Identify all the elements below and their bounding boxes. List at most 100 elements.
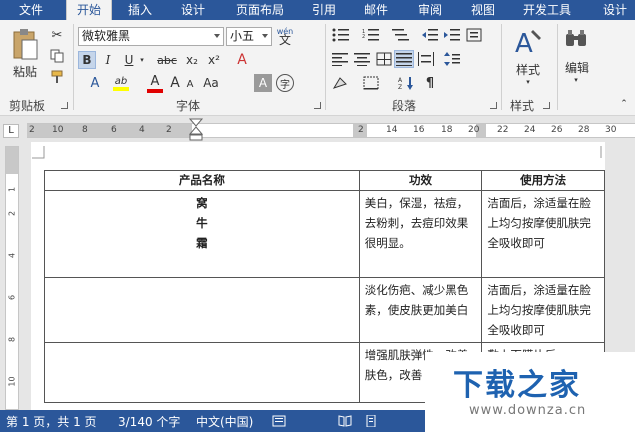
vruler-number: 6 — [7, 294, 17, 301]
tab-table-design[interactable]: 设计 — [603, 0, 627, 20]
tab-references[interactable]: 引用 — [312, 0, 336, 20]
font-name-combo[interactable]: 微软雅黑 — [78, 27, 224, 46]
collapse-ribbon-icon[interactable]: ⌃ — [617, 98, 631, 110]
sort-icon[interactable]: AZ — [396, 74, 416, 92]
table-cell[interactable]: 美白，保湿，祛痘，去粉刺，去痘印效果很明显。 — [358, 190, 483, 278]
effect-text: 淡化伤疤、减少黑色素，使皮肤更加美白 — [364, 283, 469, 317]
align-center-icon[interactable] — [352, 50, 372, 68]
tab-developer[interactable]: 开发工具 — [523, 0, 571, 20]
vruler-number: 2 — [7, 210, 17, 217]
font-color-button[interactable]: A — [146, 73, 164, 93]
chevron-down-icon[interactable]: ▾ — [571, 76, 581, 84]
shading-icon[interactable] — [330, 74, 350, 92]
borders-icon[interactable] — [360, 74, 382, 92]
ruler-number: 28 — [578, 125, 590, 135]
table-cell[interactable]: 淡化伤疤、减少黑色素，使皮肤更加美白 — [358, 277, 483, 343]
ruler-number: 10 — [52, 125, 64, 135]
styles-icon[interactable]: A — [510, 24, 546, 58]
table-cell[interactable]: 窝 牛 霜 — [44, 190, 360, 278]
format-painter-icon[interactable] — [48, 68, 66, 86]
bold-button[interactable]: B — [78, 51, 96, 69]
highlight-button[interactable]: ab — [111, 73, 131, 93]
change-case-button[interactable]: Aa — [200, 74, 222, 92]
tab-file[interactable]: 文件 — [0, 0, 62, 20]
subscript-button[interactable]: x₂ — [182, 51, 202, 69]
language-status[interactable]: 中文(中国) — [196, 413, 253, 430]
chevron-down-icon[interactable]: ▾ — [138, 55, 146, 65]
svg-text:A: A — [515, 29, 533, 56]
paste-icon[interactable] — [8, 26, 42, 64]
phonetic-char: 文 — [278, 33, 291, 47]
character-shading-button[interactable]: A — [254, 74, 272, 92]
clear-formatting-icon[interactable]: A — [232, 51, 252, 69]
increase-indent-icon[interactable] — [442, 26, 462, 44]
clipboard-launcher-icon[interactable] — [61, 102, 68, 109]
chevron-down-icon — [262, 34, 268, 38]
table-cell[interactable]: 洁面后，涂适量在脸上均匀按摩使肌肤完全吸收即可 — [481, 190, 605, 278]
justify-icon[interactable] — [394, 50, 414, 68]
paste-button[interactable]: 粘贴 — [8, 64, 42, 79]
chevron-down-icon — [214, 34, 220, 38]
italic-button[interactable]: I — [99, 51, 117, 69]
product-name-char: 窝 — [196, 196, 208, 210]
ruler-number: 2 — [166, 125, 172, 135]
table-borders-icon[interactable] — [374, 50, 394, 68]
paragraph-group-label: 段落 — [392, 99, 417, 113]
table-header[interactable]: 产品名称 — [44, 170, 360, 191]
table-cell[interactable] — [44, 342, 360, 403]
tab-view[interactable]: 视图 — [471, 0, 495, 20]
chevron-down-icon[interactable]: ▾ — [523, 78, 533, 86]
cut-icon[interactable]: ✂ — [48, 26, 66, 44]
underline-button[interactable]: U — [120, 51, 138, 69]
strikethrough-button[interactable]: abc — [155, 51, 179, 69]
show-marks-icon[interactable]: ¶ — [420, 74, 440, 92]
separator — [73, 24, 74, 110]
table-cell[interactable]: 洁面后，涂适量在脸上均匀按摩使肌肤完全吸收即可 — [481, 277, 605, 343]
tab-design[interactable]: 设计 — [181, 0, 205, 20]
font-size-combo[interactable]: 小五 — [226, 27, 272, 46]
font-launcher-icon[interactable] — [314, 102, 321, 109]
table-header[interactable]: 使用方法 — [481, 170, 605, 191]
tab-home[interactable]: 开始 — [66, 0, 112, 21]
table-header[interactable]: 功效 — [358, 170, 483, 191]
read-mode-icon[interactable] — [338, 415, 352, 430]
shrink-font-button[interactable]: A — [184, 76, 196, 92]
numbering-icon[interactable]: 12 — [360, 26, 382, 44]
tab-review[interactable]: 审阅 — [418, 0, 442, 20]
enclose-characters-button[interactable]: 字 — [276, 74, 294, 92]
multilevel-list-icon[interactable] — [390, 26, 412, 44]
vruler-number: 1 — [7, 186, 17, 193]
grow-font-button[interactable]: A — [168, 74, 182, 92]
copy-icon[interactable] — [48, 47, 66, 65]
word-count-status[interactable]: 3/140 个字 — [118, 413, 180, 430]
table-cell[interactable] — [44, 277, 360, 343]
binoculars-icon[interactable] — [562, 26, 590, 52]
watermark-logo: 下载之家 www.downza.cn — [425, 352, 635, 432]
styles-launcher-icon[interactable] — [543, 102, 550, 109]
styles-button[interactable]: 样式 — [506, 62, 550, 77]
line-spacing-icon[interactable] — [442, 50, 462, 68]
phonetic-guide-button[interactable]: wén 文 — [275, 24, 295, 48]
ruler-number: 30 — [605, 125, 617, 135]
text-effects-icon[interactable]: A — [86, 74, 104, 92]
macro-record-icon[interactable] — [272, 415, 286, 430]
vruler-number: 8 — [7, 336, 17, 343]
editing-button[interactable]: 编辑 — [560, 60, 594, 75]
distributed-icon[interactable] — [416, 50, 436, 68]
tab-insert[interactable]: 插入 — [128, 0, 152, 20]
paragraph-launcher-icon[interactable] — [490, 102, 497, 109]
ruler-number: 14 — [386, 125, 398, 135]
ribbon: 粘贴 ✂ 剪贴板 微软雅黑 小五 wén 文 B I U ▾ abc x₂ x²… — [0, 20, 635, 116]
tab-mailings[interactable]: 邮件 — [364, 0, 388, 20]
decrease-indent-icon[interactable] — [420, 26, 440, 44]
vruler-number: 10 — [7, 376, 17, 387]
tab-page-layout[interactable]: 页面布局 — [236, 0, 284, 20]
print-layout-icon[interactable] — [364, 414, 378, 430]
align-left-icon[interactable] — [330, 50, 350, 68]
tab-stop-selector[interactable]: L — [3, 124, 19, 138]
bullets-icon[interactable] — [330, 26, 352, 44]
indent-marker[interactable] — [188, 118, 208, 145]
chinese-layout-icon[interactable] — [464, 26, 484, 44]
page-count-status[interactable]: 第 1 页，共 1 页 — [6, 413, 97, 430]
superscript-button[interactable]: x² — [204, 51, 224, 69]
